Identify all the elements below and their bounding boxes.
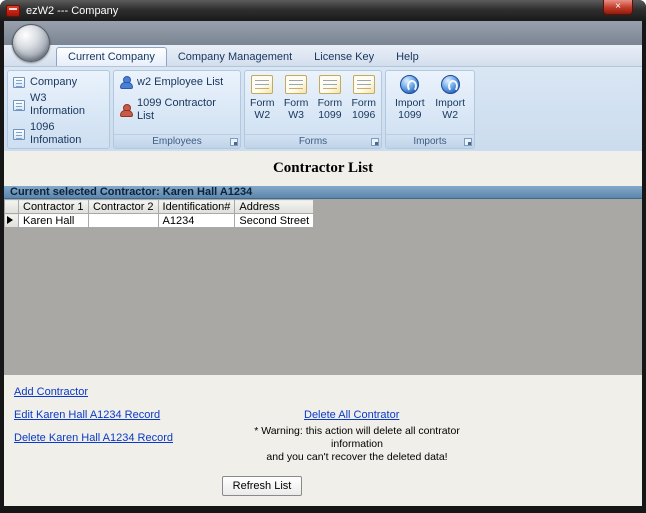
column-header-contractor-2[interactable]: Contractor 2 <box>89 200 159 214</box>
contractor-person-icon <box>119 104 132 117</box>
cell-contractor-2 <box>89 214 159 228</box>
form-w3-icon <box>285 75 307 94</box>
main-content: Contractor List Current selected Contrac… <box>4 151 642 506</box>
form-w2-icon <box>251 75 273 94</box>
ribbon-item-import-1099[interactable]: Import 1099 <box>393 75 426 121</box>
window-title: ezW2 --- Company <box>26 5 118 17</box>
add-contractor-link[interactable]: Add Contractor <box>14 386 173 398</box>
app-orb-button[interactable] <box>12 24 50 62</box>
ribbon-group-imports: Import 1099 Import W2 Imports <box>385 70 475 149</box>
company-icon <box>13 77 25 88</box>
app-window: ezW2 --- Company Current Company Company… <box>0 0 646 513</box>
ribbon-group-forms: Form W2 Form W3 Form 1099 <box>244 70 382 149</box>
column-header-contractor-1[interactable]: Contractor 1 <box>19 200 89 214</box>
table-row[interactable]: Karen Hall A1234 Second Street <box>5 214 314 228</box>
delete-contractor-link[interactable]: Delete Karen Hall A1234 Record <box>14 432 173 444</box>
column-header-identification[interactable]: Identification# <box>158 200 235 214</box>
row-selector-arrow-icon <box>7 216 13 224</box>
group-label-imports: Imports <box>386 134 474 148</box>
selected-contractor-bar: Current selected Contractor: Karen Hall … <box>4 186 642 199</box>
ribbon-item-form-1099[interactable]: Form 1099 <box>313 75 346 121</box>
ribbon-item-form-1096[interactable]: Form 1096 <box>347 75 380 121</box>
import-1099-icon <box>400 75 419 94</box>
edit-contractor-link[interactable]: Edit Karen Hall A1234 Record <box>14 409 173 421</box>
ribbon-group-company-settings: Company W3 Information 1096 Infomation C… <box>7 70 110 149</box>
contractor-table: Contractor 1 Contractor 2 Identification… <box>4 199 314 228</box>
ribbon-item-form-w2[interactable]: Form W2 <box>246 75 279 121</box>
app-icon <box>6 5 20 17</box>
dialog-launcher-icon[interactable] <box>230 138 238 146</box>
actions-panel: Add Contractor Edit Karen Hall A1234 Rec… <box>4 375 642 506</box>
close-button[interactable] <box>603 0 633 15</box>
tab-license-key[interactable]: License Key <box>303 48 385 66</box>
import-w2-icon <box>441 75 460 94</box>
cell-address: Second Street <box>235 214 314 228</box>
employee-person-icon <box>119 76 132 89</box>
page-title: Contractor List <box>4 151 642 186</box>
tab-help[interactable]: Help <box>385 48 430 66</box>
column-header-address[interactable]: Address <box>235 200 314 214</box>
cell-contractor-1: Karen Hall <box>19 214 89 228</box>
ribbon-group-employees: w2 Employee List 1099 Contractor List Em… <box>113 70 241 149</box>
ribbon-item-1099-contractor-list[interactable]: 1099 Contractor List <box>119 97 235 123</box>
form-1096-icon <box>353 75 375 94</box>
w3-form-icon <box>13 100 25 111</box>
ribbon-item-1096-infomation[interactable]: 1096 Infomation <box>13 121 104 147</box>
delete-all-contractor-link[interactable]: Delete All Contrator <box>304 409 399 421</box>
tab-company-management[interactable]: Company Management <box>167 48 303 66</box>
ribbon: Company W3 Information 1096 Infomation C… <box>4 67 642 151</box>
window-chrome-band <box>4 21 642 45</box>
title-bar[interactable]: ezW2 --- Company <box>0 0 646 21</box>
group-label-forms: Forms <box>245 134 381 148</box>
dialog-launcher-icon[interactable] <box>371 138 379 146</box>
form-1099-icon <box>319 75 341 94</box>
row-selector-header <box>5 200 19 214</box>
dialog-launcher-icon[interactable] <box>464 138 472 146</box>
row-selector-cell[interactable] <box>5 214 19 228</box>
refresh-list-button[interactable]: Refresh List <box>222 476 302 496</box>
warning-text: * Warning: this action will delete all c… <box>238 425 476 464</box>
ribbon-item-company[interactable]: Company <box>13 76 104 89</box>
contractor-grid: Contractor 1 Contractor 2 Identification… <box>4 199 642 375</box>
group-label-employees: Employees <box>114 134 240 148</box>
ribbon-item-import-w2[interactable]: Import W2 <box>434 75 467 121</box>
cell-identification: A1234 <box>158 214 235 228</box>
1096-form-icon <box>13 129 25 140</box>
ribbon-tabstrip: Current Company Company Management Licen… <box>4 45 642 67</box>
ribbon-item-w2-employee-list[interactable]: w2 Employee List <box>119 76 235 89</box>
ribbon-item-w3-information[interactable]: W3 Information <box>13 92 104 118</box>
ribbon-item-form-w3[interactable]: Form W3 <box>280 75 313 121</box>
client-area: Current Company Company Management Licen… <box>4 21 642 506</box>
table-header-row: Contractor 1 Contractor 2 Identification… <box>5 200 314 214</box>
tab-current-company[interactable]: Current Company <box>56 47 167 66</box>
